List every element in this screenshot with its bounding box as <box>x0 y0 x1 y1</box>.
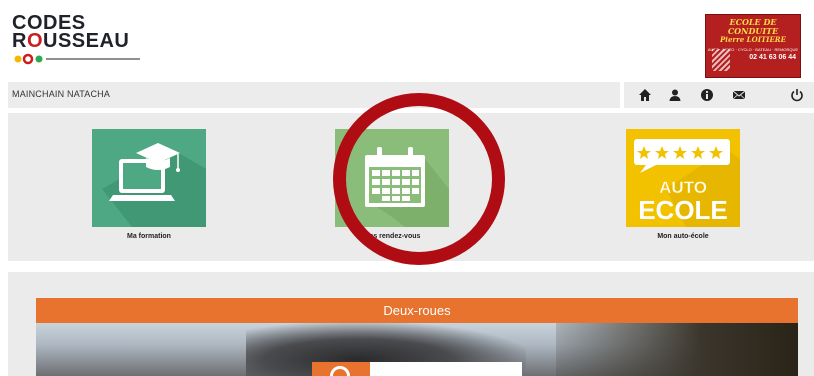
info-icon[interactable] <box>700 88 714 102</box>
highlight-circle <box>333 93 505 265</box>
section-title: Deux-roues <box>383 303 451 318</box>
badge-stripe <box>712 49 730 71</box>
tile-ma-formation[interactable] <box>92 129 206 227</box>
badge-title: ECOLE DE CONDUITE <box>727 17 779 36</box>
user-name: MAINCHAIN NATACHA <box>12 89 111 99</box>
photo-shadow-right <box>556 323 798 376</box>
ecole-word: ECOLE <box>638 195 728 225</box>
page: CODES ROUSSEAU ECOLE DE CONDUITE Pierre … <box>0 0 814 376</box>
two-wheels-photo[interactable] <box>36 323 798 376</box>
section-header[interactable]: Deux-roues <box>36 298 798 323</box>
auto-ecole-icon: AUTO ECOLE <box>634 139 740 227</box>
driving-school-badge: ECOLE DE CONDUITE Pierre LOITIERE AUTO ·… <box>705 14 801 78</box>
home-icon[interactable] <box>638 88 652 102</box>
photo-white-block <box>370 362 522 376</box>
tile-label-auto: Mon auto-école <box>657 233 709 240</box>
laptop-graduation-icon <box>102 143 206 227</box>
user-bar: MAINCHAIN NATACHA <box>8 82 620 108</box>
mail-icon[interactable] <box>732 88 746 102</box>
codes-rousseau-logo[interactable]: CODES ROUSSEAU <box>12 13 152 70</box>
badge-name: Pierre LOITIERE <box>720 35 786 44</box>
logo-dots-icon <box>14 53 140 65</box>
tile-label-formation: Ma formation <box>127 233 171 240</box>
logo-line2: ROUSSEAU <box>12 30 130 52</box>
section-panel: Deux-roues <box>8 272 814 376</box>
user-icon[interactable] <box>668 88 682 102</box>
toolbar <box>624 82 814 108</box>
power-icon[interactable] <box>790 88 804 102</box>
tile-mon-auto-ecole[interactable]: AUTO ECOLE <box>626 129 740 227</box>
